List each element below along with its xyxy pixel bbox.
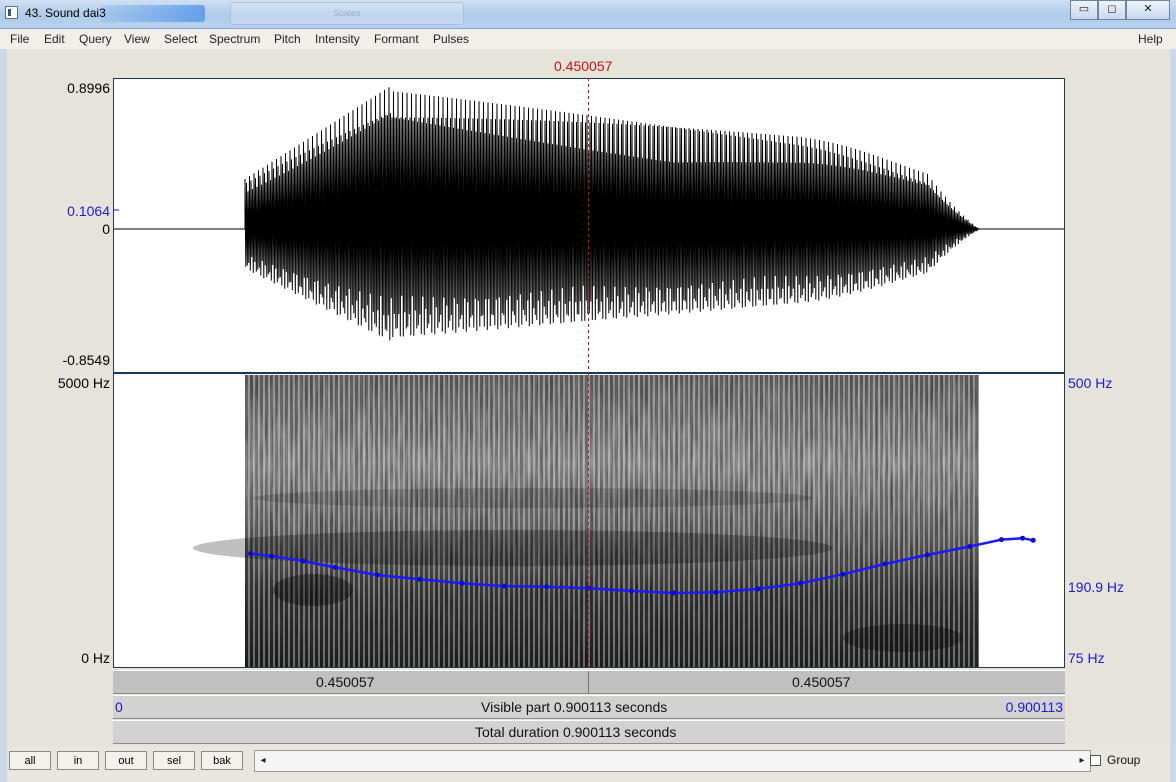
right-segment-duration[interactable]: 0.450057 [792,674,850,690]
pitch-point [269,553,275,559]
menu-spectrum[interactable]: Spectrum [209,32,260,46]
menu-select[interactable]: Select [164,32,197,46]
pitch-max-label: 500 Hz [1068,375,1113,391]
pitch-point [248,551,253,556]
total-duration-label[interactable]: Total duration 0.900113 seconds [475,724,676,740]
pitch-point [998,537,1004,543]
minimize-button[interactable]: ▭ [1070,0,1098,20]
scroll-right-icon[interactable]: ▸ [1074,751,1090,771]
zoom-out-button[interactable]: out [105,751,147,770]
zoom-in-button[interactable]: in [57,751,99,770]
cursor-time-label: 0.450057 [554,58,613,74]
window-controls: ▭ ◻ ✕ [1070,0,1170,20]
pitch-point [755,586,761,592]
pitch-point [1030,537,1036,543]
window-title: 43. Sound dai3 [25,6,106,20]
pitch-point [374,572,380,578]
window-frame-left [0,49,7,782]
visible-part-label[interactable]: Visible part 0.900113 seconds [481,699,667,715]
pitch-cursor-label: 190.9 Hz [1068,579,1125,595]
visible-end-time: 0.900113 [1005,699,1063,715]
pitch-point [840,571,846,577]
pitch-min-label: 75 Hz [1068,650,1105,666]
waveform-max-label: 0.8996 [67,80,110,96]
segment-divider [588,671,589,693]
menu-pulses[interactable]: Pulses [433,32,469,46]
waveform-zero-label: 0 [102,221,110,237]
sound-editor-plot[interactable] [113,78,1065,668]
pitch-point [967,544,973,549]
spectrogram [193,375,979,667]
pitch-point [671,590,677,596]
menu-help[interactable]: Help [1138,32,1163,46]
pitch-point [544,584,550,590]
group-checkbox[interactable] [1090,755,1101,766]
bottom-toolbar: all in out sel bak ◂ ▸ Group [7,746,1170,782]
waveform-min-label: -0.8549 [62,352,110,368]
menu-formant[interactable]: Formant [374,32,419,46]
pitch-point [417,576,423,582]
pitch-point [628,588,634,594]
total-duration-bar[interactable]: Total duration 0.900113 seconds [113,720,1065,744]
waveform-cursor-value-label: 0.1064 [67,203,110,219]
menu-view[interactable]: View [124,32,150,46]
menu-pitch[interactable]: Pitch [274,32,301,46]
scroll-left-icon[interactable]: ◂ [255,751,271,771]
horizontal-scrollbar[interactable]: ◂ ▸ [254,750,1091,772]
menu-intensity[interactable]: Intensity [315,32,360,46]
background-window-title: Scales [230,2,464,25]
pitch-point [713,589,719,595]
zoom-back-button[interactable]: bak [201,751,243,770]
spectrogram-max-freq-label: 5000 Hz [57,375,110,391]
zoom-selection-button[interactable]: sel [153,751,195,770]
title-bar: 43. Sound dai3 Scales ▭ ◻ ✕ [0,0,1176,29]
menu-query[interactable]: Query [79,32,112,46]
maximize-button[interactable]: ◻ [1098,0,1126,20]
group-label: Group [1107,753,1141,767]
title-highlight [100,5,205,22]
visible-start-time: 0 [115,699,123,715]
pitch-point [300,558,306,564]
zoom-all-button[interactable]: all [9,751,51,770]
pitch-point [1020,535,1026,541]
left-segment-duration[interactable]: 0.450057 [316,674,374,690]
pitch-point [798,580,803,586]
menu-edit[interactable]: Edit [44,32,65,46]
pitch-point [882,561,888,567]
spectrogram-min-freq-label: 0 Hz [81,650,110,666]
pitch-point [332,564,338,570]
app-icon [5,6,18,19]
window-frame-right [1170,49,1176,782]
segment-bar[interactable]: 0.450057 0.450057 [113,670,1065,694]
pitch-point [501,583,507,589]
visible-part-bar[interactable]: 0 Visible part 0.900113 seconds 0.900113 [113,695,1065,719]
pitch-point [459,580,465,586]
menu-file[interactable]: File [10,32,29,46]
menu-bar: File Edit Query View Select Spectrum Pit… [0,29,1176,49]
pitch-point [924,552,930,558]
close-button[interactable]: ✕ [1126,0,1170,20]
